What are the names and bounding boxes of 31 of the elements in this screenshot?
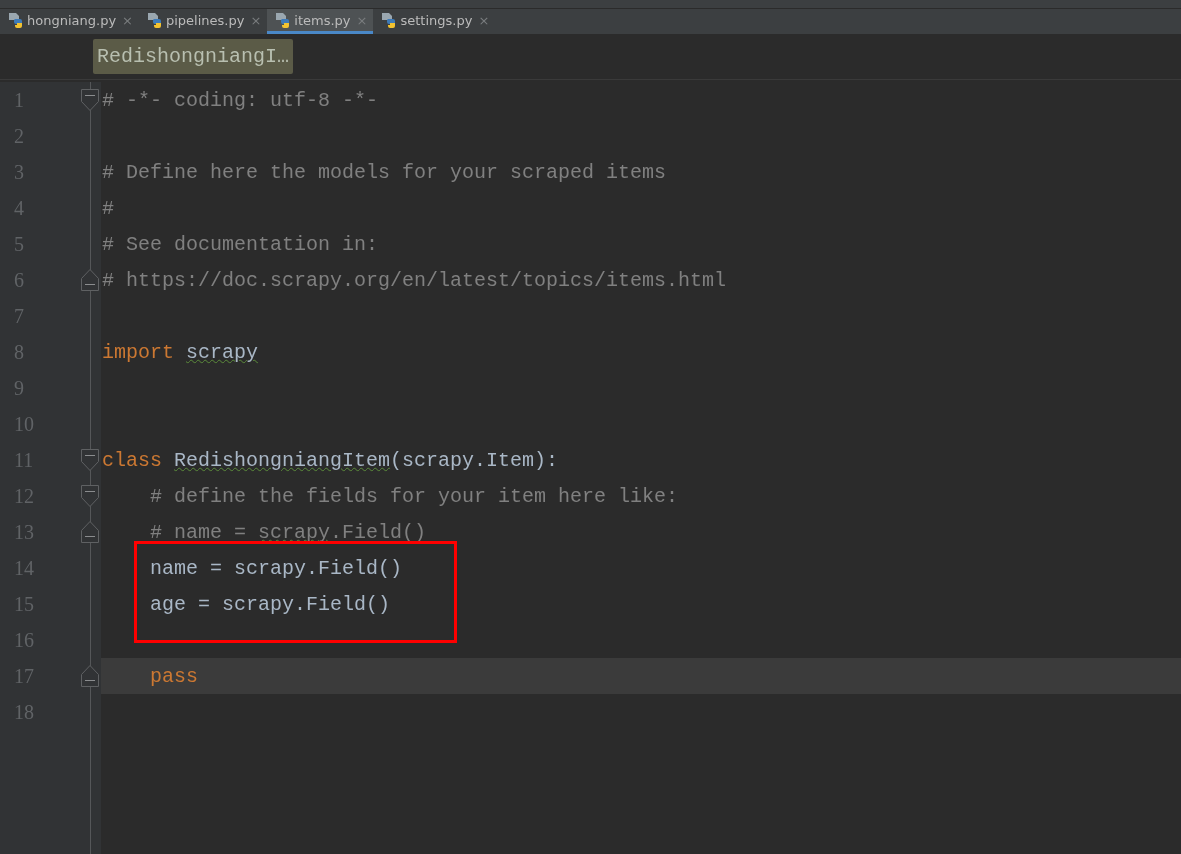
code-line: name = scrapy.Field() bbox=[149, 556, 403, 580]
close-icon[interactable]: × bbox=[478, 12, 490, 28]
code-line: import scrapy bbox=[101, 340, 259, 364]
code-line: # https://doc.scrapy.org/en/latest/topics/items.html bbox=[101, 268, 727, 292]
fold-marker-icon[interactable] bbox=[80, 268, 100, 292]
code-line: pass bbox=[149, 664, 198, 688]
fold-marker-icon[interactable] bbox=[80, 88, 100, 112]
python-file-icon bbox=[8, 12, 24, 28]
code-line: # name = scrapy.Field() bbox=[149, 520, 427, 544]
breadcrumb-chip[interactable]: RedishongniangI… bbox=[93, 39, 294, 74]
file-tab[interactable]: pipelines.py × bbox=[139, 9, 268, 34]
close-icon[interactable]: × bbox=[122, 12, 133, 28]
close-icon[interactable]: × bbox=[356, 12, 368, 28]
code-line: class RedishongniangItem(scrapy.Item): bbox=[101, 448, 559, 472]
python-file-icon bbox=[381, 12, 398, 28]
python-file-icon bbox=[275, 12, 292, 28]
python-file-icon bbox=[147, 12, 163, 28]
file-tab[interactable]: items.py × bbox=[267, 9, 374, 34]
file-tab[interactable]: settings.py × bbox=[373, 9, 496, 34]
file-tab[interactable]: hongniang.py × bbox=[0, 9, 139, 34]
fold-marker-icon[interactable] bbox=[80, 448, 100, 472]
code-line: # Define here the models for your scraped items bbox=[101, 160, 667, 184]
code-line: # -*- coding: utf-8 -*- bbox=[101, 88, 379, 112]
code-line: # bbox=[101, 196, 114, 220]
code-line: # See documentation in: bbox=[101, 232, 379, 256]
fold-marker-icon[interactable] bbox=[80, 520, 100, 544]
code-line: # define the fields for your item here like: bbox=[149, 484, 679, 508]
fold-marker-icon[interactable] bbox=[80, 664, 100, 688]
code-line: age = scrapy.Field() bbox=[149, 592, 391, 616]
close-icon[interactable]: × bbox=[250, 12, 262, 28]
fold-marker-icon[interactable] bbox=[80, 484, 100, 508]
